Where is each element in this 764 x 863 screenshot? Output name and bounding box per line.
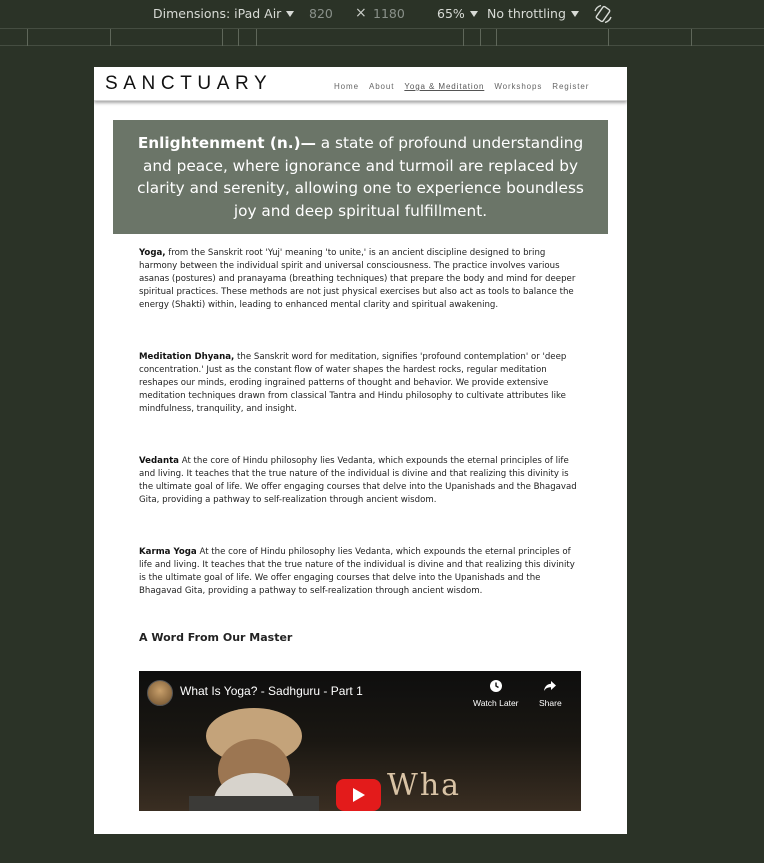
share-button[interactable]: Share: [539, 679, 562, 710]
devtools-toolbar: Dimensions: iPad Air 820 × 1180 65% No t…: [0, 0, 764, 28]
section-text: At the core of Hindu philosophy lies Ved…: [139, 547, 575, 596]
emulated-viewport: SANCTUARY Home About Yoga & Meditation W…: [94, 67, 627, 834]
chevron-down-icon: [286, 10, 295, 17]
height-input[interactable]: 1180: [373, 6, 405, 21]
media-query-ruler[interactable]: [0, 28, 764, 46]
throttling-dropdown[interactable]: No throttling: [487, 6, 579, 21]
site-header: SANCTUARY Home About Yoga & Meditation W…: [94, 67, 627, 101]
nav-workshops[interactable]: Workshops: [494, 82, 542, 91]
hero-definition: Enlightenment (n.)— a state of profound …: [113, 120, 608, 234]
nav-register[interactable]: Register: [552, 82, 589, 91]
section-text: from the Sanskrit root 'Yuj' meaning 'to…: [139, 248, 576, 310]
rotate-icon[interactable]: [592, 3, 614, 25]
thumbnail-overlay-text: Wha: [387, 768, 462, 803]
clock-icon: [489, 680, 502, 692]
section-text: At the core of Hindu philosophy lies Ved…: [139, 456, 577, 505]
device-label: Dimensions: iPad Air: [153, 6, 282, 21]
watch-later-label: Watch Later: [473, 698, 519, 708]
section-yoga: Yoga, from the Sanskrit root 'Yuj' meani…: [139, 247, 579, 312]
video-embed[interactable]: What Is Yoga? - Sadhguru - Part 1 Watch …: [139, 671, 581, 811]
chevron-down-icon: [570, 10, 579, 17]
main-nav: Home About Yoga & Meditation Workshops R…: [334, 82, 599, 91]
section-vedanta: Vedanta At the core of Hindu philosophy …: [139, 455, 579, 507]
times-symbol: ×: [355, 5, 367, 21]
site-logo[interactable]: SANCTUARY: [105, 73, 272, 95]
master-heading: A Word From Our Master: [139, 631, 293, 644]
share-label: Share: [539, 698, 562, 708]
width-input[interactable]: 820: [309, 6, 333, 21]
video-title[interactable]: What Is Yoga? - Sadhguru - Part 1: [180, 685, 363, 698]
watch-later-button[interactable]: Watch Later: [473, 679, 519, 710]
throttling-label: No throttling: [487, 6, 566, 21]
section-karma-yoga: Karma Yoga At the core of Hindu philosop…: [139, 546, 579, 598]
device-dropdown[interactable]: Dimensions: iPad Air: [153, 6, 295, 21]
video-thumbnail-figure: [189, 708, 319, 811]
section-meditation: Meditation Dhyana, the Sanskrit word for…: [139, 351, 579, 416]
nav-home[interactable]: Home: [334, 82, 359, 91]
chevron-down-icon: [469, 10, 478, 17]
share-icon: [544, 681, 557, 691]
section-title: Karma Yoga: [139, 547, 197, 557]
hero-term: Enlightenment (n.)—: [137, 134, 316, 152]
main-content: Yoga, from the Sanskrit root 'Yuj' meani…: [139, 247, 581, 811]
nav-about[interactable]: About: [369, 82, 394, 91]
play-button[interactable]: [336, 779, 381, 811]
zoom-label: 65%: [437, 6, 465, 21]
zoom-dropdown[interactable]: 65%: [437, 6, 478, 21]
section-title: Vedanta: [139, 456, 179, 466]
channel-avatar[interactable]: [147, 680, 173, 706]
section-title: Yoga,: [139, 248, 166, 258]
nav-yoga-meditation[interactable]: Yoga & Meditation: [404, 82, 484, 91]
section-title: Meditation Dhyana,: [139, 352, 235, 362]
